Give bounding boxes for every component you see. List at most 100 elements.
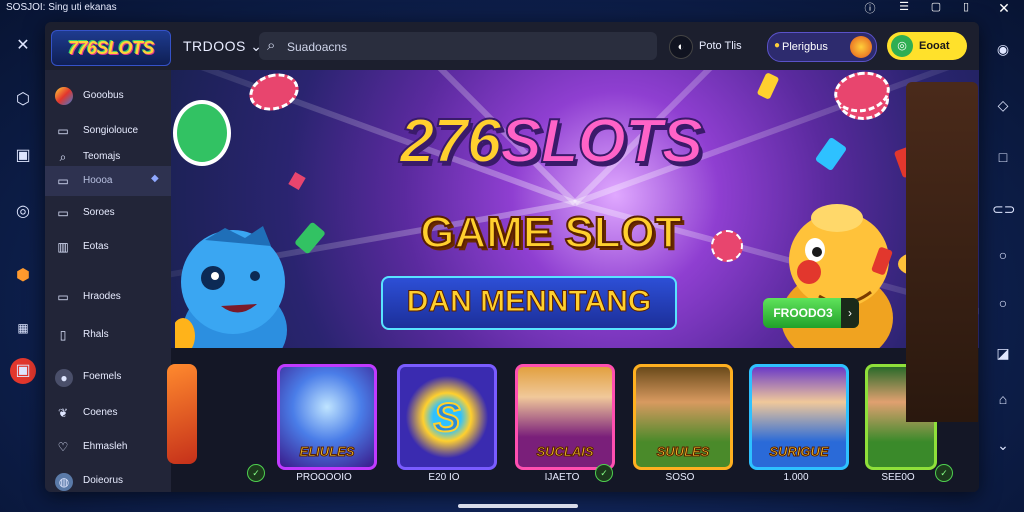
arrows-icon[interactable]: ✕ — [11, 34, 35, 58]
app-title: TRDOOS ⌄ — [183, 38, 263, 54]
hero-tagline: DAN MENNTANG — [406, 285, 652, 319]
sidebar-item-label: Hraodes — [83, 291, 121, 302]
status-bar: SOSJOI: Sing uti ekanas ⓘ ☰ ▢ ▯ ✕ — [0, 0, 1024, 16]
globe-icon: ◍ — [55, 473, 73, 491]
sidebar-item-home[interactable]: ▭ Hoooa ◆ — [45, 166, 171, 196]
game-card-title: SUCLAIS — [536, 444, 594, 460]
brand-logo[interactable]: 776SLOTS — [51, 30, 171, 66]
search-input[interactable] — [285, 37, 649, 57]
play-icon[interactable]: ✓ — [595, 464, 613, 482]
cta-label: Eooat — [919, 40, 950, 52]
game-card-title: SURIGUE — [769, 444, 829, 460]
sidebar-item-scores[interactable]: ▭ Soroes — [45, 198, 171, 228]
bookmark-icon: ▭ — [57, 290, 69, 304]
hero-tagline-box: DAN MENNTANG — [381, 276, 677, 330]
sidebar: Gooobus ▭ Songiolouce ⌕ Teomajs ▭ Hoooa … — [45, 70, 171, 492]
game-card-5[interactable]: SUULES — [633, 364, 733, 470]
sidebar-item-label: Coenes — [83, 407, 118, 418]
search-icon: ⌕ — [267, 37, 276, 54]
sidebar-item-ehmasleh[interactable]: ♡ Ehmasleh — [45, 432, 171, 462]
sidebar-item-coenes[interactable]: ❦ Coenes — [45, 398, 171, 428]
window-icon[interactable]: ▢ — [928, 0, 944, 13]
hexagon-icon[interactable]: ⬡ — [11, 88, 35, 112]
brand-logo-text: 776SLOTS — [67, 38, 155, 58]
close-icon[interactable]: ✕ — [996, 0, 1012, 17]
tune-icon[interactable]: ☰ — [896, 0, 912, 13]
leaf-icon: ❦ — [57, 406, 69, 420]
game-card-3[interactable]: S — [397, 364, 497, 470]
game-card-label: PROOOOIO — [296, 472, 352, 483]
help-circle-icon[interactable]: ⓘ — [862, 0, 878, 16]
game-card-label: SOSO — [665, 472, 695, 483]
chip-icon: ◎ — [891, 35, 913, 57]
sidebar-item-hraodes[interactable]: ▭ Hraodes — [45, 282, 171, 312]
game-card-label: 1.000 — [783, 472, 809, 483]
android-icon[interactable]: ◉ — [992, 38, 1014, 60]
home-icon[interactable]: ⌂ — [992, 388, 1014, 410]
user-button[interactable]: ◐ Poto Tlis — [669, 32, 751, 60]
promo-icon: ● — [774, 40, 781, 51]
game-card-4[interactable]: SUCLAIS — [515, 364, 615, 470]
hero-title: 276SLOTS — [399, 106, 704, 177]
phone-icon[interactable]: ▯ — [958, 0, 974, 13]
chevron-down-icon[interactable]: ⌄ — [992, 434, 1014, 456]
game-card-title: S — [433, 395, 462, 441]
link-icon[interactable]: ⊂⊃ — [992, 198, 1015, 220]
game-card-title: SUULES — [656, 444, 710, 460]
search-icon: ⌕ — [59, 150, 67, 164]
chevron-right-icon: › — [841, 298, 859, 328]
top-bar: 776SLOTS TRDOOS ⌄ ⌕ ◐ Poto Tlis ● Plerig… — [45, 22, 979, 70]
sidebar-item-foemels[interactable]: ● Foemels — [45, 362, 171, 392]
square-icon[interactable]: □ — [992, 146, 1014, 168]
sidebar-item-profile[interactable]: Gooobus — [45, 80, 171, 110]
sidebar-item-label: Teomajs — [83, 151, 121, 162]
sidebar-item-label: Songiolouce — [83, 125, 139, 136]
search-bar[interactable]: ⌕ — [259, 32, 657, 60]
game-card-1[interactable] — [167, 364, 197, 464]
game-card-2[interactable]: ELIULES — [277, 364, 377, 470]
sidebar-item-label: Doieorus — [83, 475, 124, 486]
play-icon[interactable]: ✓ — [935, 464, 953, 482]
game-card-6[interactable]: SURIGUE — [749, 364, 849, 470]
sidebar-item-label: Eotas — [83, 241, 109, 252]
grid-icon: ▭ — [57, 206, 69, 220]
diamond-icon[interactable]: ◇ — [992, 94, 1014, 116]
hero-subtitle: GAME SLOT — [419, 207, 683, 258]
arcade-cabinet — [906, 82, 978, 422]
folder-icon: ▭ — [57, 174, 69, 188]
banner-play-label: FROODO3 — [773, 306, 833, 320]
shield-icon[interactable]: ◎ — [11, 200, 35, 224]
heart-icon: ♡ — [57, 440, 69, 454]
sidebar-item-label: Gooobus — [83, 90, 124, 101]
user-icon: ● — [55, 369, 73, 387]
cta-button[interactable]: ◎ Eooat — [887, 32, 967, 60]
sidebar-item-rhals[interactable]: ▯ Rhals — [45, 320, 171, 350]
sidebar-item-doieorus[interactable]: ◍ Doieorus — [45, 466, 171, 492]
gem-icon[interactable]: ⬢ — [11, 264, 35, 288]
status-text: SOSJOI: Sing uti ekanas — [6, 2, 117, 13]
grid-icon[interactable]: ▦ — [11, 316, 35, 340]
coin-icon — [756, 72, 780, 100]
promo-button[interactable]: ● Plerigbus — [767, 32, 877, 62]
game-list: ✓ ELIULES PROOOOIO S E20 IO SUCLAIS IJAE… — [167, 348, 979, 492]
frame-icon[interactable]: ◪ — [992, 342, 1014, 364]
game-card-title: ELIULES — [299, 444, 355, 460]
sidebar-item-label: Ehmasleh — [83, 441, 128, 452]
sidebar-item-eotas[interactable]: ▥ Eotas — [45, 232, 171, 262]
avatar-icon — [55, 87, 73, 105]
circle-icon[interactable]: ○ — [992, 244, 1014, 266]
user-label: Poto Tlis — [699, 40, 742, 52]
user-avatar-icon: ◐ — [669, 35, 693, 59]
document-icon: ▯ — [59, 328, 67, 342]
home-indicator[interactable] — [458, 504, 578, 508]
calendar-icon[interactable]: ▣ — [11, 144, 35, 168]
active-indicator-icon: ◆ — [151, 173, 159, 184]
game-card-label: E20 IO — [428, 472, 460, 483]
gift-icon[interactable]: ▣ — [10, 358, 36, 384]
circle-outline-icon[interactable]: ○ — [992, 292, 1014, 314]
list-icon: ▭ — [57, 124, 69, 138]
banner-play-button[interactable]: FROODO3 › — [763, 298, 859, 328]
sidebar-item-label: Hoooa — [83, 175, 113, 186]
play-icon[interactable]: ✓ — [247, 464, 265, 482]
sidebar-item-label: Soroes — [83, 207, 115, 218]
